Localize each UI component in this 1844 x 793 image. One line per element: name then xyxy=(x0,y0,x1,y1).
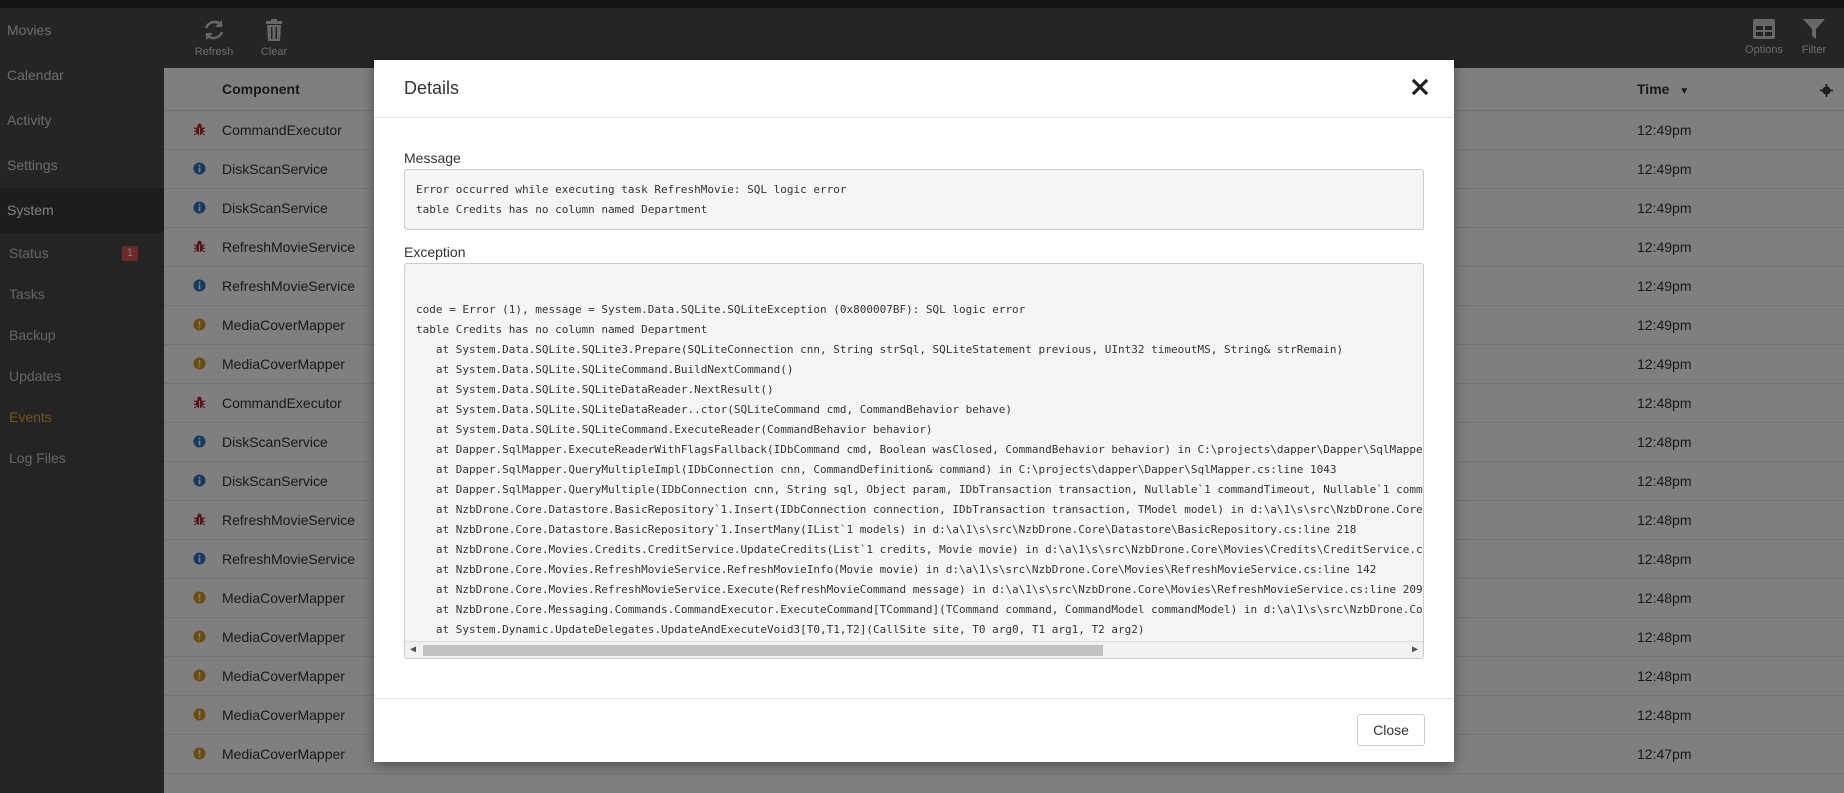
close-button[interactable]: Close xyxy=(1357,714,1425,746)
message-text: Error occurred while executing task Refr… xyxy=(404,169,1424,230)
exception-line: at System.Data.SQLite.SQLiteDataReader.N… xyxy=(416,383,774,396)
exception-line: code = Error (1), message = System.Data.… xyxy=(416,303,1026,316)
message-line: Error occurred while executing task Refr… xyxy=(416,183,847,196)
exception-line: at System.Data.SQLite.SQLite3.Prepare(SQ… xyxy=(416,343,1344,356)
exception-line: at System.Data.SQLite.SQLiteCommand.Buil… xyxy=(416,363,794,376)
exception-line: at System.Data.SQLite.SQLiteCommand.Exec… xyxy=(416,423,933,436)
exception-line: at Dapper.SqlMapper.ExecuteReaderWithFla… xyxy=(416,443,1424,456)
exception-line: at NzbDrone.Core.Movies.RefreshMovieServ… xyxy=(416,583,1423,596)
exception-line: table Credits has no column named Depart… xyxy=(416,323,708,336)
modal-footer: Close xyxy=(374,698,1454,762)
message-label: Message xyxy=(404,150,461,166)
exception-line: at Dapper.SqlMapper.QueryMultiple(IDbCon… xyxy=(416,483,1424,496)
exception-label: Exception xyxy=(404,244,466,260)
modal-header: Details xyxy=(374,60,1454,118)
exception-line: at Dapper.SqlMapper.QueryMultipleImpl(ID… xyxy=(416,463,1337,476)
scroll-right-icon[interactable]: ▶ xyxy=(1407,642,1423,658)
message-line: table Credits has no column named Depart… xyxy=(416,203,708,216)
exception-line: at System.Dynamic.UpdateDelegates.Update… xyxy=(416,623,1145,636)
exception-text[interactable]: code = Error (1), message = System.Data.… xyxy=(404,263,1424,659)
details-modal: Details Message Error occurred while exe… xyxy=(374,60,1454,762)
exception-line: at NzbDrone.Core.Messaging.Commands.Comm… xyxy=(416,603,1424,616)
scrollbar-thumb[interactable] xyxy=(423,645,1103,656)
close-icon[interactable] xyxy=(1408,75,1432,99)
exception-line: at NzbDrone.Core.Movies.Credits.CreditSe… xyxy=(416,543,1424,556)
modal-title: Details xyxy=(404,78,460,98)
exception-line: at NzbDrone.Core.Movies.RefreshMovieServ… xyxy=(416,563,1377,576)
exception-line: at System.Data.SQLite.SQLiteDataReader..… xyxy=(416,403,1013,416)
scroll-left-icon[interactable]: ◀ xyxy=(405,642,421,658)
exception-line: at NzbDrone.Core.Datastore.BasicReposito… xyxy=(416,523,1357,536)
horizontal-scrollbar[interactable]: ◀ ▶ xyxy=(405,641,1423,658)
exception-line: at NzbDrone.Core.Datastore.BasicReposito… xyxy=(416,503,1424,516)
exception-lines: code = Error (1), message = System.Data.… xyxy=(416,300,1424,658)
